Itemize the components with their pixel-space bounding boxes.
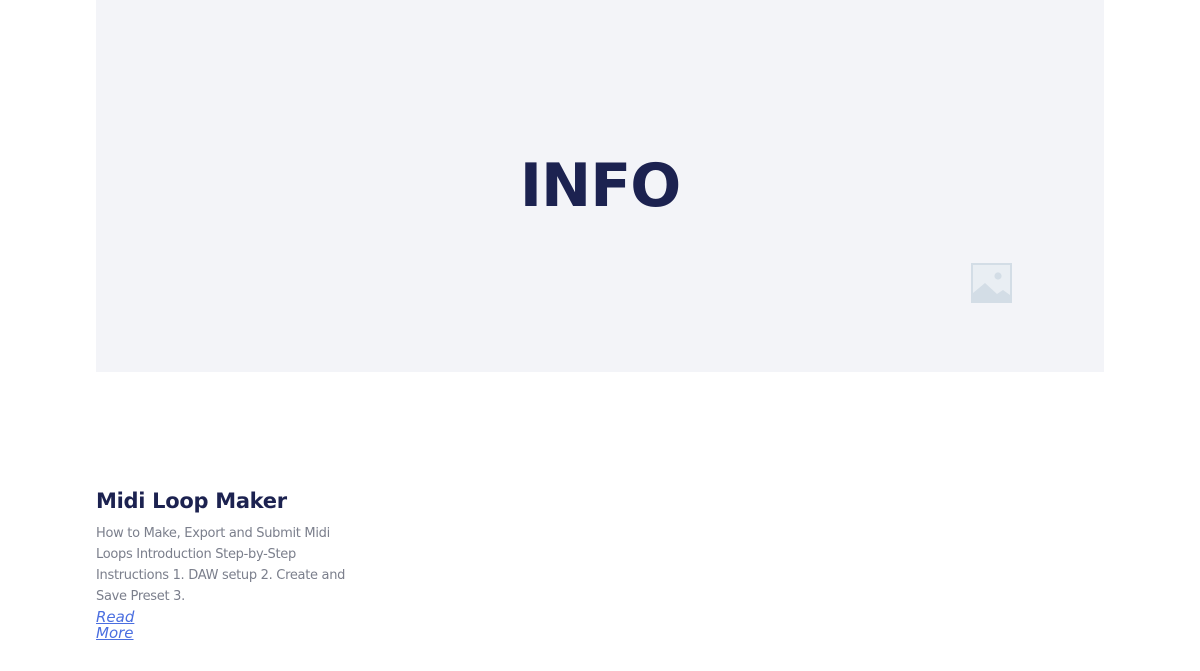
- post-excerpt: How to Make, Export and Submit Midi Loop…: [96, 526, 346, 604]
- hero-title: INFO: [519, 151, 682, 221]
- hero-banner: INFO: [96, 0, 1104, 372]
- post-card: Midi Loop Maker How to Make, Export and …: [96, 484, 376, 641]
- read-more-link[interactable]: Read More: [96, 609, 146, 641]
- image-placeholder-icon: [971, 263, 1012, 303]
- page: INFO Midi Loop Maker How to Make, Export…: [0, 0, 1200, 671]
- post-title[interactable]: Midi Loop Maker: [96, 484, 376, 518]
